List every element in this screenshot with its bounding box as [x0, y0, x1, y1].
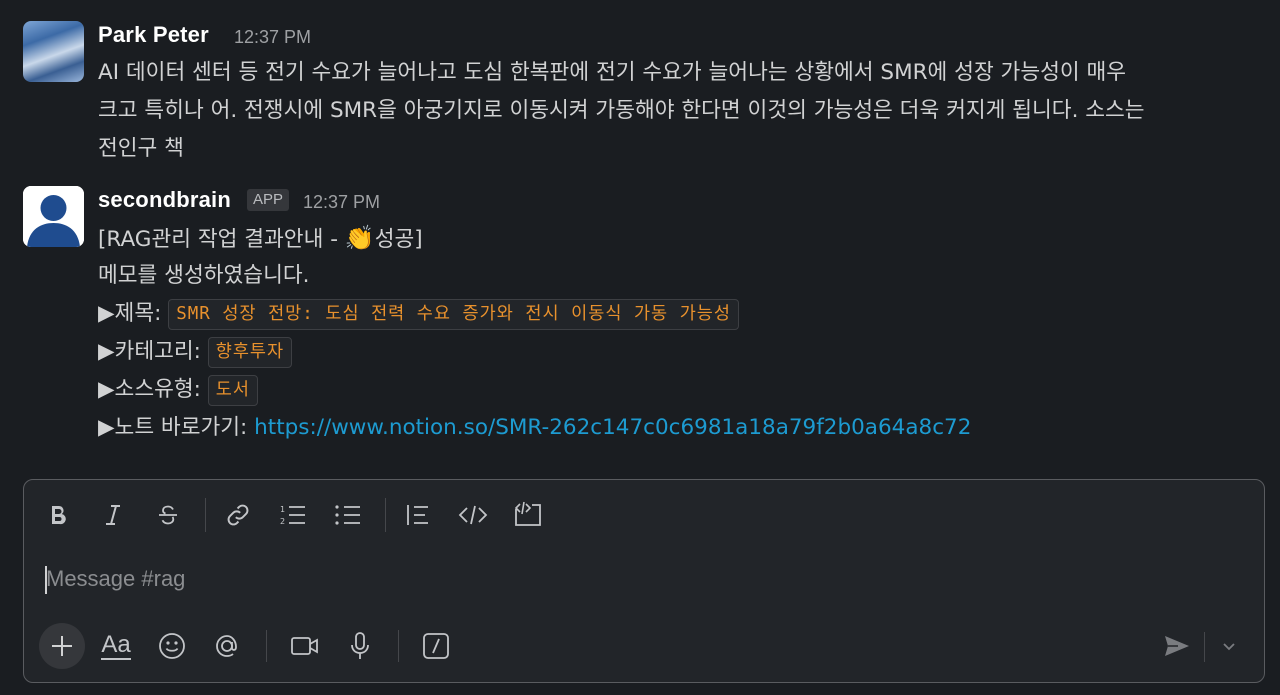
- source-row: ▶소스유형: 도서: [98, 371, 1268, 409]
- header-suffix: 성공]: [374, 227, 423, 252]
- category-label: ▶카테고리:: [98, 339, 208, 364]
- created-notice: 메모를 생성하였습니다.: [98, 263, 310, 288]
- category-code: 향후투자: [207, 336, 293, 368]
- toolbar-divider: [205, 498, 206, 532]
- source-code: 도서: [207, 374, 258, 406]
- note-label: ▶노트 바로가기:: [98, 415, 255, 440]
- result-header: [RAG관리 작업 결과안내 - 👏성공]: [98, 219, 1268, 257]
- avatar[interactable]: [23, 21, 84, 82]
- video-icon[interactable]: [285, 626, 325, 666]
- message-line: 전인구 책: [98, 136, 184, 161]
- message-feed: Park Peter 12:37 PM AI 데이터 센터 등 전기 수요가 늘…: [0, 0, 1280, 470]
- notion-link[interactable]: https://www.notion.so/SMR-262c147c0c6981…: [254, 415, 971, 440]
- avatar[interactable]: [23, 186, 84, 247]
- message-time[interactable]: 12:37 PM: [234, 27, 311, 48]
- emoji-icon[interactable]: [152, 626, 192, 666]
- italic-icon[interactable]: [96, 498, 130, 532]
- message-park-peter: Park Peter 12:37 PM AI 데이터 센터 등 전기 수요가 늘…: [0, 21, 1280, 171]
- message-body: AI 데이터 센터 등 전기 수요가 늘어나고 도심 한복판에 전기 수요가 늘…: [98, 54, 1268, 168]
- message-line: AI 데이터 센터 등 전기 수요가 늘어나고 도심 한복판에 전기 수요가 늘…: [98, 60, 1127, 85]
- header-prefix: [RAG관리 작업 결과안내 -: [98, 227, 345, 252]
- author-name[interactable]: secondbrain: [98, 187, 231, 213]
- plus-icon[interactable]: [39, 623, 85, 669]
- source-label: ▶소스유형:: [98, 377, 208, 402]
- bottom-divider: [398, 630, 399, 662]
- author-name[interactable]: Park Peter: [98, 22, 209, 48]
- note-row: ▶노트 바로가기: https://www.notion.so/SMR-262c…: [98, 409, 1268, 447]
- bold-icon[interactable]: [41, 498, 75, 532]
- title-row: ▶제목: SMR 성장 전망: 도심 전력 수요 증가와 전시 이동식 가동 가…: [98, 295, 1268, 333]
- ordered-list-icon[interactable]: 12: [276, 498, 310, 532]
- user-silhouette-icon: [23, 186, 84, 247]
- message-body: [RAG관리 작업 결과안내 - 👏성공] 메모를 생성하였습니다. ▶제목: …: [98, 219, 1268, 447]
- formatting-label: Aa: [101, 631, 131, 660]
- code-icon[interactable]: [456, 498, 490, 532]
- slash-command-icon[interactable]: [416, 626, 456, 666]
- svg-text:1: 1: [280, 505, 285, 514]
- message-time[interactable]: 12:37 PM: [303, 192, 380, 213]
- message-secondbrain: secondbrain APP 12:37 PM [RAG관리 작업 결과안내 …: [0, 186, 1280, 456]
- microphone-icon[interactable]: [340, 626, 380, 666]
- link-icon[interactable]: [221, 498, 255, 532]
- blockquote-icon[interactable]: [401, 498, 435, 532]
- mention-icon[interactable]: [207, 626, 247, 666]
- category-row: ▶카테고리: 향후투자: [98, 333, 1268, 371]
- message-line: 크고 특히나 어. 전쟁시에 SMR을 아궁기지로 이동시켜 가동해야 한다면 …: [98, 98, 1145, 123]
- send-divider: [1204, 632, 1205, 662]
- svg-text:2: 2: [280, 517, 285, 526]
- message-input[interactable]: Message #rag: [46, 566, 185, 592]
- strikethrough-icon[interactable]: [151, 498, 185, 532]
- message-composer: 12 Message #rag Aa: [23, 479, 1265, 683]
- title-label: ▶제목:: [98, 301, 169, 326]
- formatting-icon[interactable]: Aa: [96, 626, 136, 666]
- bulleted-list-icon[interactable]: [331, 498, 365, 532]
- bottom-divider: [266, 630, 267, 662]
- clapping-hands-emoji: 👏: [344, 224, 375, 252]
- code-block-icon[interactable]: [511, 498, 545, 532]
- chevron-down-icon[interactable]: [1209, 626, 1249, 666]
- send-icon[interactable]: [1157, 626, 1197, 666]
- toolbar-divider: [385, 498, 386, 532]
- title-code: SMR 성장 전망: 도심 전력 수요 증가와 전시 이동식 가동 가능성: [168, 298, 739, 330]
- app-badge: APP: [247, 189, 290, 211]
